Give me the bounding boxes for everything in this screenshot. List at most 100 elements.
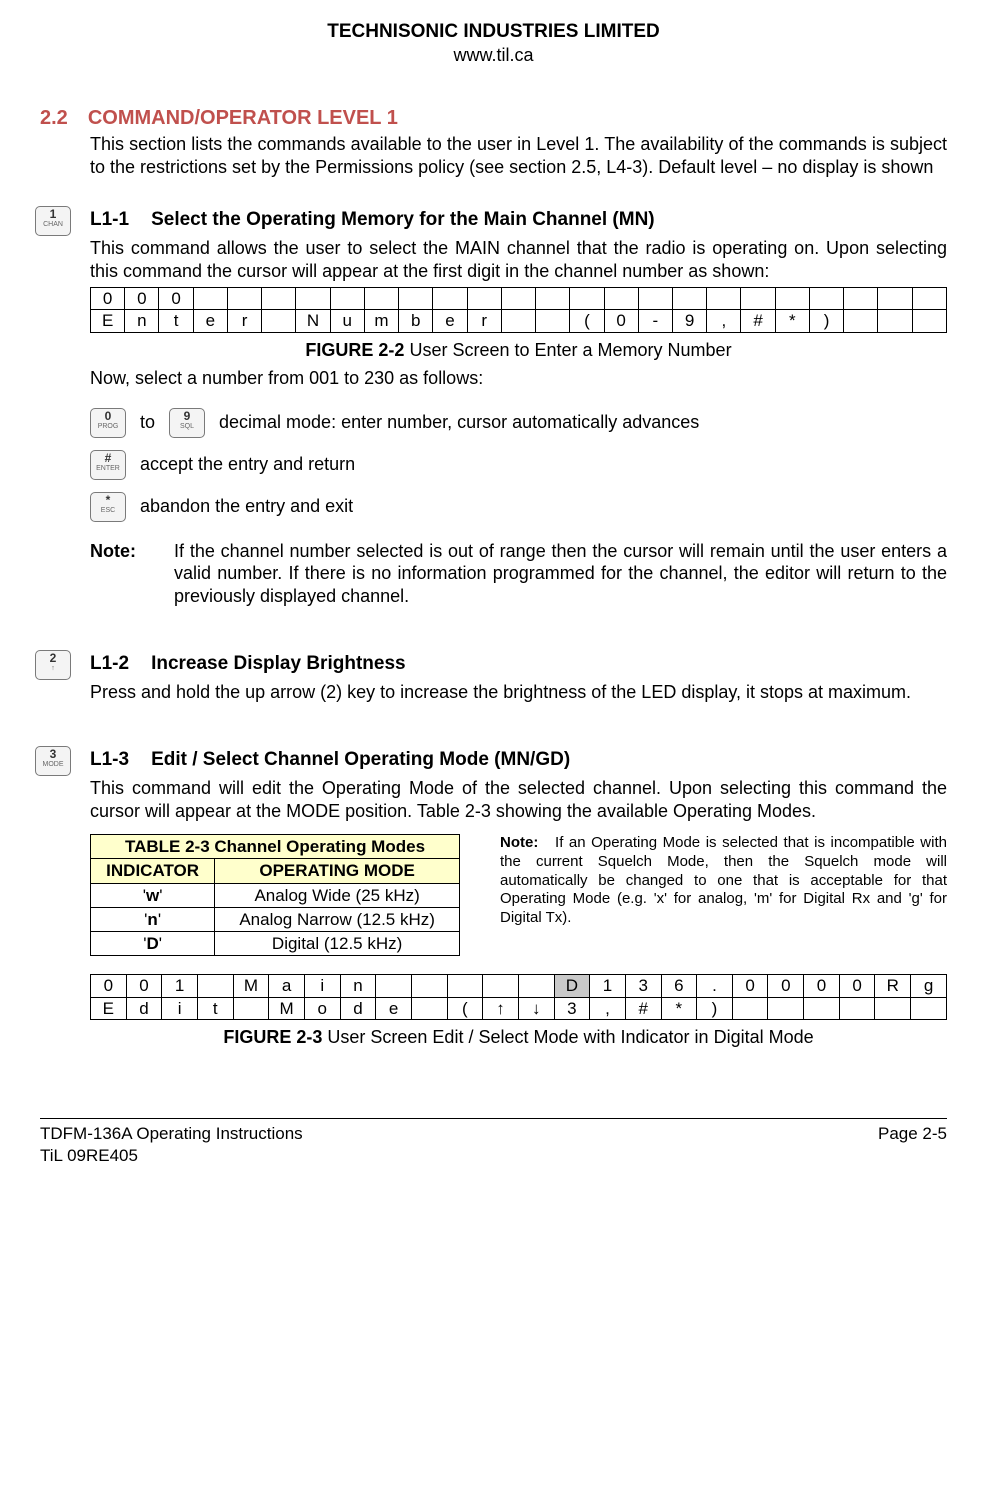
lcd-cell: t: [159, 310, 193, 332]
lcd-cell: [839, 997, 875, 1019]
lcd-cell: ,: [590, 997, 626, 1019]
lcd-cell: [809, 288, 843, 310]
lcd-cell: u: [330, 310, 364, 332]
now-select-text: Now, select a number from 001 to 230 as …: [90, 367, 947, 390]
decimal-mode-text: decimal mode: enter number, cursor autom…: [219, 411, 699, 434]
lcd-cell: #: [741, 310, 775, 332]
lcd-cell: e: [193, 310, 227, 332]
table-title: TABLE 2-3 Channel Operating Modes: [91, 835, 460, 859]
lcd-cell: [376, 975, 412, 997]
lcd-cell: [296, 288, 330, 310]
lcd-cell: t: [197, 997, 233, 1019]
lcd-cell: [411, 997, 447, 1019]
zero-prog-key-icon: 0PROG: [90, 408, 126, 438]
lcd-cell: 0: [839, 975, 875, 997]
lcd-cell: g: [911, 975, 947, 997]
lcd-cell: [911, 997, 947, 1019]
footer-left-2: TiL 09RE405: [40, 1145, 303, 1166]
lcd-cell: [227, 288, 261, 310]
lcd-cell: [262, 310, 296, 332]
lcd-cell: 0: [159, 288, 193, 310]
lcd-cell: [467, 288, 501, 310]
abandon-text: abandon the entry and exit: [140, 495, 353, 518]
lcd-table-1: 000 EnterNumber(0-9,#*): [90, 287, 947, 333]
lcd-cell: 6: [661, 975, 697, 997]
lcd-cell: [844, 310, 878, 332]
lcd-cell: i: [304, 975, 340, 997]
footer-left-1: TDFM-136A Operating Instructions: [40, 1123, 303, 1144]
lcd-cell: D: [554, 975, 590, 997]
lcd-cell: [804, 997, 840, 1019]
lcd-cell: 0: [732, 975, 768, 997]
l1-3-title: Edit / Select Channel Operating Mode (MN…: [151, 748, 570, 772]
lcd-cell: 9: [672, 310, 706, 332]
lcd-cell: [912, 288, 946, 310]
l1-1-num: L1-1: [90, 208, 129, 232]
note-label: Note:: [90, 540, 150, 608]
l1-2-title: Increase Display Brightness: [151, 652, 406, 676]
lcd-cell: ↓: [518, 997, 554, 1019]
table-row: 'n'Analog Narrow (12.5 kHz): [91, 907, 460, 931]
header-url: www.til.ca: [40, 44, 947, 67]
lcd-cell: i: [162, 997, 198, 1019]
lcd-cell: N: [296, 310, 330, 332]
lcd-cell: ): [809, 310, 843, 332]
lcd-cell: 3: [625, 975, 661, 997]
lcd-cell: 0: [804, 975, 840, 997]
figure-2-2-caption: FIGURE 2-2 User Screen to Enter a Memory…: [90, 339, 947, 362]
lcd-cell: (: [447, 997, 483, 1019]
lcd-table-2: 001MainD136.0000Rg EditMode(↑↓3,#*): [90, 974, 947, 1020]
mode-key-icon: 3 MODE: [35, 746, 71, 776]
nine-sql-key-icon: 9SQL: [169, 408, 205, 438]
lcd-cell: [775, 288, 809, 310]
lcd-cell: [672, 288, 706, 310]
lcd-cell: 1: [162, 975, 198, 997]
l1-3-num: L1-3: [90, 748, 129, 772]
lcd-cell: 0: [768, 975, 804, 997]
lcd-cell: [518, 975, 554, 997]
lcd-cell: b: [399, 310, 433, 332]
lcd-cell: [501, 288, 535, 310]
lcd-cell: 1: [590, 975, 626, 997]
star-esc-key-icon: *ESC: [90, 492, 126, 522]
lcd-cell: [447, 975, 483, 997]
lcd-cell: 0: [604, 310, 638, 332]
col-operating-mode: OPERATING MODE: [215, 859, 460, 883]
lcd-cell: *: [661, 997, 697, 1019]
lcd-cell: [330, 288, 364, 310]
footer-page: Page 2-5: [878, 1123, 947, 1166]
l1-3-para: This command will edit the Operating Mod…: [90, 777, 947, 822]
lcd-cell: [875, 997, 911, 1019]
lcd-cell: ↑: [483, 997, 519, 1019]
lcd-cell: [878, 288, 912, 310]
lcd-cell: (: [570, 310, 604, 332]
lcd-cell: -: [638, 310, 672, 332]
table-row: 'D'Digital (12.5 kHz): [91, 932, 460, 956]
lcd-cell: [741, 288, 775, 310]
lcd-cell: [707, 288, 741, 310]
lcd-cell: ): [697, 997, 733, 1019]
page-footer: TDFM-136A Operating Instructions TiL 09R…: [40, 1118, 947, 1166]
lcd-cell: [262, 288, 296, 310]
lcd-cell: #: [625, 997, 661, 1019]
lcd-cell: [912, 310, 946, 332]
l1-2-num: L1-2: [90, 652, 129, 676]
section-number: 2.2: [40, 106, 68, 131]
lcd-cell: [483, 975, 519, 997]
lcd-cell: 3: [554, 997, 590, 1019]
lcd-cell: M: [269, 997, 305, 1019]
chan-key-icon: 1 CHAN: [35, 206, 71, 236]
lcd-cell: [638, 288, 672, 310]
lcd-cell: d: [126, 997, 162, 1019]
lcd-cell: [193, 288, 227, 310]
lcd-cell: [501, 310, 535, 332]
lcd-cell: [844, 288, 878, 310]
lcd-cell: [536, 288, 570, 310]
lcd-cell: [768, 997, 804, 1019]
lcd-cell: r: [227, 310, 261, 332]
lcd-cell: E: [91, 310, 125, 332]
lcd-cell: m: [364, 310, 398, 332]
note-text: If the channel number selected is out of…: [174, 540, 947, 608]
up-arrow-key-icon: 2 ↑: [35, 650, 71, 680]
operating-modes-table: TABLE 2-3 Channel Operating Modes INDICA…: [90, 834, 460, 956]
